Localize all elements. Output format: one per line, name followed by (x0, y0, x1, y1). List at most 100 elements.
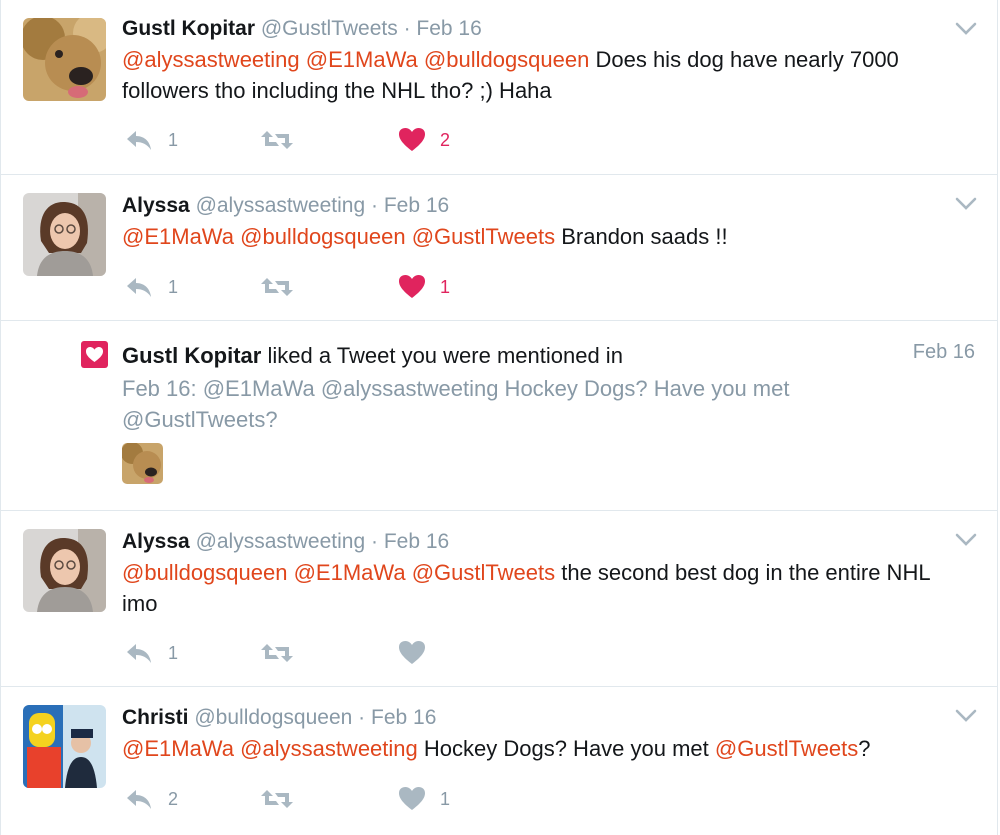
dog-avatar-image (122, 443, 163, 484)
chevron-down-icon[interactable] (955, 533, 977, 547)
tweet-text: @bulldogsqueen @E1MaWa @GustlTweets the … (122, 557, 967, 619)
reply-icon (127, 131, 151, 150)
mention-link[interactable]: @E1MaWa (306, 47, 418, 72)
separator-dot: · (403, 17, 411, 40)
reply-count: 2 (168, 788, 179, 809)
tweet-card[interactable]: Gustl Kopitar @GustlTweets · Feb 16 @aly… (1, 0, 997, 175)
heart-icon (399, 128, 425, 151)
like-button[interactable]: 1 (398, 784, 450, 814)
tweet-text: @E1MaWa @alyssastweeting Hockey Dogs? Ha… (122, 733, 967, 764)
separator-dot: · (358, 706, 366, 729)
retweet-button[interactable] (260, 638, 294, 668)
chevron-down-icon[interactable] (955, 22, 977, 36)
avatar[interactable] (23, 529, 106, 612)
author-name[interactable]: Gustl Kopitar (122, 17, 255, 40)
reply-button[interactable]: 1 (124, 125, 178, 155)
like-button[interactable]: 2 (398, 125, 450, 155)
author-handle[interactable]: @alyssastweeting (196, 194, 366, 217)
reply-button[interactable]: 2 (124, 784, 178, 814)
person-avatar-image (23, 529, 106, 612)
actor-avatar[interactable] (122, 443, 163, 484)
tweet-date[interactable]: Feb 16 (416, 17, 481, 40)
mention-link[interactable]: @bulldogsqueen (424, 47, 589, 72)
mention-link[interactable]: @alyssastweeting (240, 736, 418, 761)
retweet-button[interactable] (260, 125, 294, 155)
tweet-actions: 1 (122, 638, 522, 668)
tweet-text-segment: ? (858, 736, 871, 761)
heart-icon (399, 641, 425, 664)
author-handle[interactable]: @bulldogsqueen (194, 706, 352, 729)
reply-count: 1 (168, 276, 179, 297)
retweet-button[interactable] (260, 784, 294, 814)
reply-button[interactable]: 1 (124, 638, 178, 668)
tweet-date[interactable]: Feb 16 (384, 194, 449, 217)
mention-link[interactable]: @GustlTweets (412, 560, 555, 585)
like-count: 1 (440, 276, 451, 297)
avatar[interactable] (23, 705, 106, 788)
mention-link[interactable]: @bulldogsqueen (122, 560, 287, 585)
tweet-date[interactable]: Feb 16 (371, 706, 436, 729)
reply-count: 1 (168, 129, 179, 150)
tweet-card[interactable]: Alyssa @alyssastweeting · Feb 16 @E1MaWa… (1, 175, 997, 321)
tweet-text: @E1MaWa @bulldogsqueen @GustlTweets Bran… (122, 221, 967, 252)
like-notification[interactable]: Gustl Kopitar liked a Tweet you were men… (1, 321, 997, 511)
chevron-down-icon[interactable] (955, 197, 977, 211)
mention-link[interactable]: @E1MaWa (122, 736, 234, 761)
tweet-header: Christi @bulldogsqueen · Feb 16 (122, 705, 436, 731)
retweet-icon (261, 790, 293, 808)
like-button[interactable]: 1 (398, 272, 450, 302)
tweet-actions: 2 1 (122, 784, 522, 814)
tweet-date[interactable]: Feb 16 (384, 530, 449, 553)
mention-link[interactable]: @E1MaWa (294, 560, 406, 585)
person-avatar-image (23, 193, 106, 276)
author-name[interactable]: Alyssa (122, 530, 190, 553)
separator-dot: · (370, 194, 378, 217)
reply-icon (127, 278, 151, 297)
author-handle[interactable]: @GustlTweets (261, 17, 398, 40)
quoted-tweet-text[interactable]: Feb 16: @E1MaWa @alyssastweeting Hockey … (122, 373, 882, 435)
notification-headline: Gustl Kopitar liked a Tweet you were men… (122, 341, 623, 371)
reply-button[interactable]: 1 (124, 272, 178, 302)
avatar[interactable] (23, 18, 106, 101)
retweet-icon (261, 278, 293, 296)
like-button[interactable] (398, 638, 440, 668)
notification-date: Feb 16 (912, 341, 975, 363)
notification-feed: Gustl Kopitar @GustlTweets · Feb 16 @aly… (0, 0, 998, 835)
reply-count: 1 (168, 642, 179, 663)
retweet-icon (261, 644, 293, 662)
retweet-icon (261, 131, 293, 149)
reply-icon (127, 644, 151, 663)
author-handle[interactable]: @alyssastweeting (196, 530, 366, 553)
author-name[interactable]: Christi (122, 706, 189, 729)
mention-link[interactable]: @GustlTweets (715, 736, 858, 761)
tweet-text: @alyssastweeting @E1MaWa @bulldogsqueen … (122, 44, 967, 106)
mention-link[interactable]: @GustlTweets (412, 224, 555, 249)
separator-dot: · (370, 530, 378, 553)
tweet-text-segment: Hockey Dogs? Have you met (417, 736, 715, 761)
avatar[interactable] (23, 193, 106, 276)
tweet-header: Gustl Kopitar @GustlTweets · Feb 16 (122, 16, 482, 42)
notification-action: liked a Tweet you were mentioned in (261, 343, 623, 368)
tweet-header: Alyssa @alyssastweeting · Feb 16 (122, 193, 449, 219)
author-name[interactable]: Alyssa (122, 194, 190, 217)
heart-icon (399, 787, 425, 810)
reply-icon (127, 790, 151, 809)
like-count: 1 (440, 788, 451, 809)
heart-notification-icon (81, 341, 108, 368)
cartoon-avatar-image (23, 705, 106, 788)
tweet-card[interactable]: Christi @bulldogsqueen · Feb 16 @E1MaWa … (1, 687, 997, 835)
tweet-header: Alyssa @alyssastweeting · Feb 16 (122, 529, 449, 555)
heart-icon (399, 275, 425, 298)
dog-avatar-image (23, 18, 106, 101)
mention-link[interactable]: @bulldogsqueen (240, 224, 405, 249)
chevron-down-icon[interactable] (955, 709, 977, 723)
tweet-text-segment: Brandon saads !! (555, 224, 728, 249)
like-count: 2 (440, 129, 451, 150)
retweet-button[interactable] (260, 272, 294, 302)
mention-link[interactable]: @E1MaWa (122, 224, 234, 249)
tweet-actions: 1 1 (122, 272, 522, 302)
tweet-card[interactable]: Alyssa @alyssastweeting · Feb 16 @bulldo… (1, 511, 997, 687)
tweet-actions: 1 2 (122, 125, 522, 155)
mention-link[interactable]: @alyssastweeting (122, 47, 300, 72)
actor-name[interactable]: Gustl Kopitar (122, 343, 261, 368)
